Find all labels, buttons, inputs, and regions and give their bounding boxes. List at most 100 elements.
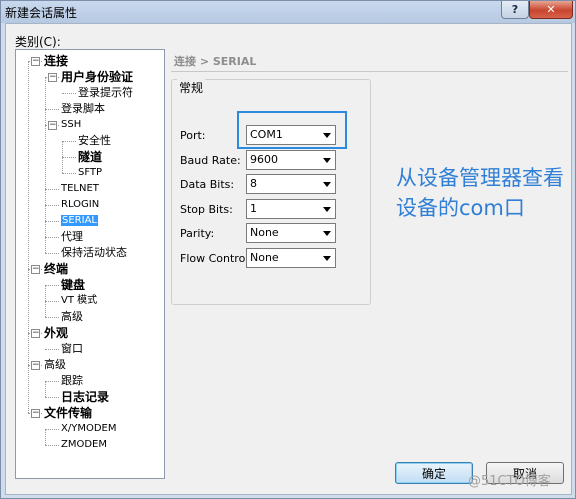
tree-item-label: 连接 (44, 54, 69, 68)
tree-item[interactable]: SFTP (78, 165, 102, 181)
ok-button[interactable]: 确定 (395, 462, 473, 484)
tree-item-label: 文件传输 (44, 406, 93, 420)
tree-item-label: 登录提示符 (78, 86, 133, 99)
tree-item[interactable]: 用户身份验证 (61, 69, 133, 85)
tree-guide (62, 141, 63, 173)
tree-item[interactable]: SSH (61, 117, 81, 133)
field-dropdown[interactable]: 8 (246, 174, 336, 194)
tree-item[interactable]: 终端 (44, 261, 68, 277)
watermark: @51CTO博客 (468, 474, 551, 489)
breadcrumb: 连接 > SERIAL (174, 55, 257, 68)
tree-item[interactable]: 跟踪 (61, 373, 83, 389)
category-label: 类别(C): (15, 35, 61, 49)
tree-item[interactable]: 文件传输 (44, 405, 92, 421)
tree-item[interactable]: 隧道 (78, 149, 102, 165)
collapse-icon[interactable]: − (31, 265, 40, 274)
tree-connector (62, 173, 76, 174)
tree-item-label: 保持活动状态 (61, 246, 127, 259)
field-value: 1 (250, 202, 257, 215)
annotation-text: 从设备管理器查看设备的com口 (396, 166, 564, 220)
tree-item[interactable]: X/YMODEM (61, 421, 116, 437)
tree-item[interactable]: 窗口 (61, 341, 83, 357)
tree-item-label: SSH (61, 119, 82, 130)
field-label: Data Bits: (180, 178, 235, 191)
tree-guide (45, 381, 46, 397)
chevron-down-icon (323, 182, 331, 187)
field-value: 8 (250, 177, 257, 190)
dialog-body: 类别(C): 连接 − 用户身份验证 − 登录提示符 登录脚本 SSH − 安全性 隧道 SFTP T… (5, 23, 572, 495)
collapse-icon[interactable]: − (48, 73, 57, 82)
tree-guide (28, 61, 29, 413)
tree-item[interactable]: RLOGIN (61, 197, 99, 213)
tree-item[interactable]: 日志记录 (61, 389, 109, 405)
tree-item[interactable]: 连接 (44, 53, 68, 69)
field-label: Flow Control: (180, 252, 253, 265)
tree-guide (45, 285, 46, 317)
tree-item[interactable]: 高级 (44, 357, 66, 373)
tree-item[interactable]: 保持活动状态 (61, 245, 127, 261)
tree-item[interactable]: 高级 (61, 309, 83, 325)
tree-connector (45, 237, 59, 238)
tree-connector (62, 157, 76, 158)
tree-item-label: RLOGIN (61, 199, 100, 210)
collapse-icon[interactable]: − (48, 121, 57, 130)
tree-item-label: X/YMODEM (61, 423, 117, 434)
tree-item-label: VT 模式 (61, 295, 98, 306)
collapse-icon[interactable]: − (31, 409, 40, 418)
collapse-icon[interactable]: − (31, 361, 40, 370)
tree-guide (45, 429, 46, 445)
tree-item-label: 用户身份验证 (61, 70, 134, 84)
tree-item[interactable]: 键盘 (61, 277, 85, 293)
field-dropdown[interactable]: 9600 (246, 150, 336, 170)
tree-connector (45, 253, 59, 254)
tree-item[interactable]: VT 模式 (61, 293, 97, 309)
field-value: None (250, 226, 279, 239)
tree-item[interactable]: 代理 (61, 229, 83, 245)
tree-connector (45, 397, 59, 398)
tree-item[interactable]: 安全性 (78, 133, 111, 149)
collapse-icon[interactable]: − (31, 329, 40, 338)
tree-connector (45, 349, 59, 350)
field-dropdown[interactable]: 1 (246, 199, 336, 219)
breadcrumb-divider (171, 71, 568, 72)
tree-item-label: SERIAL (61, 215, 98, 226)
tree-item-label: 窗口 (61, 342, 83, 355)
tree-item[interactable]: 登录脚本 (61, 101, 105, 117)
title-bar[interactable]: 新建会话属性 ? ✕ (1, 1, 575, 23)
group-title: 常规 (177, 79, 206, 96)
field-dropdown[interactable]: None (246, 223, 336, 243)
tree-item-label: 终端 (44, 262, 69, 276)
tree-item[interactable]: 外观 (44, 325, 68, 341)
tree-item[interactable]: SERIAL (61, 213, 98, 229)
collapse-icon[interactable]: − (31, 57, 40, 66)
tree-connector (45, 445, 59, 446)
tree-item-label: 安全性 (78, 134, 111, 147)
tree-item[interactable]: 登录提示符 (78, 85, 133, 101)
close-button[interactable]: ✕ (529, 1, 573, 19)
tree-connector (45, 317, 59, 318)
tree-item-label: 外观 (44, 326, 69, 340)
tree-item-label: 代理 (61, 230, 83, 243)
field-value: None (250, 251, 279, 264)
tree-item[interactable]: ZMODEM (61, 437, 107, 453)
tree-item-label: 高级 (61, 310, 83, 323)
tree-item-label: 登录脚本 (61, 102, 105, 115)
field-label: Baud Rate: (180, 154, 241, 167)
field-value: 9600 (250, 153, 278, 166)
tree-item-label: TELNET (61, 183, 99, 194)
tree-item-label: 日志记录 (61, 390, 110, 404)
chevron-down-icon (323, 158, 331, 163)
tree-item-label: 隧道 (78, 150, 103, 164)
tree-connector (45, 301, 59, 302)
tree-connector (45, 189, 59, 190)
chevron-down-icon (323, 231, 331, 236)
field-dropdown[interactable]: None (246, 248, 336, 268)
tree-item[interactable]: TELNET (61, 181, 99, 197)
tree-connector (45, 221, 59, 222)
tree-connector (62, 141, 76, 142)
help-button[interactable]: ? (501, 1, 529, 19)
tree-item-label: 跟踪 (61, 374, 83, 387)
chevron-down-icon (323, 207, 331, 212)
field-label: Parity: (180, 227, 215, 240)
category-tree[interactable]: 连接 − 用户身份验证 − 登录提示符 登录脚本 SSH − 安全性 隧道 SFTP TELNET RL… (15, 49, 165, 479)
